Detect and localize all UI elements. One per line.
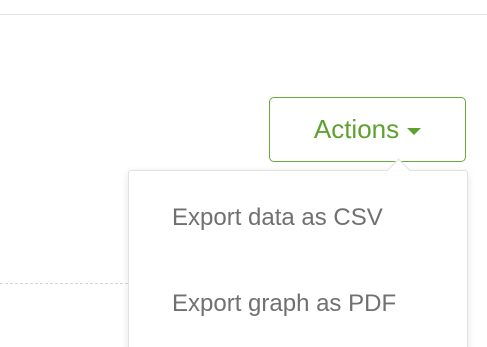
menu-item-label: Export graph as PDF xyxy=(172,290,397,317)
caret-down-icon xyxy=(407,128,422,135)
menu-item-export-pdf[interactable]: Export graph as PDF xyxy=(129,274,467,334)
actions-dropdown-menu: Export data as CSV Export graph as PDF xyxy=(128,158,468,347)
chart-gridline xyxy=(0,283,128,284)
menu-item-label: Export data as CSV xyxy=(172,204,383,231)
actions-label: Actions xyxy=(313,114,400,144)
top-divider xyxy=(0,14,487,15)
page: Actions Export data as CSV Export graph … xyxy=(0,0,487,347)
dropdown-pointer xyxy=(386,158,411,183)
menu-item-export-csv[interactable]: Export data as CSV xyxy=(129,188,467,248)
actions-dropdown-button[interactable]: Actions xyxy=(269,97,466,162)
